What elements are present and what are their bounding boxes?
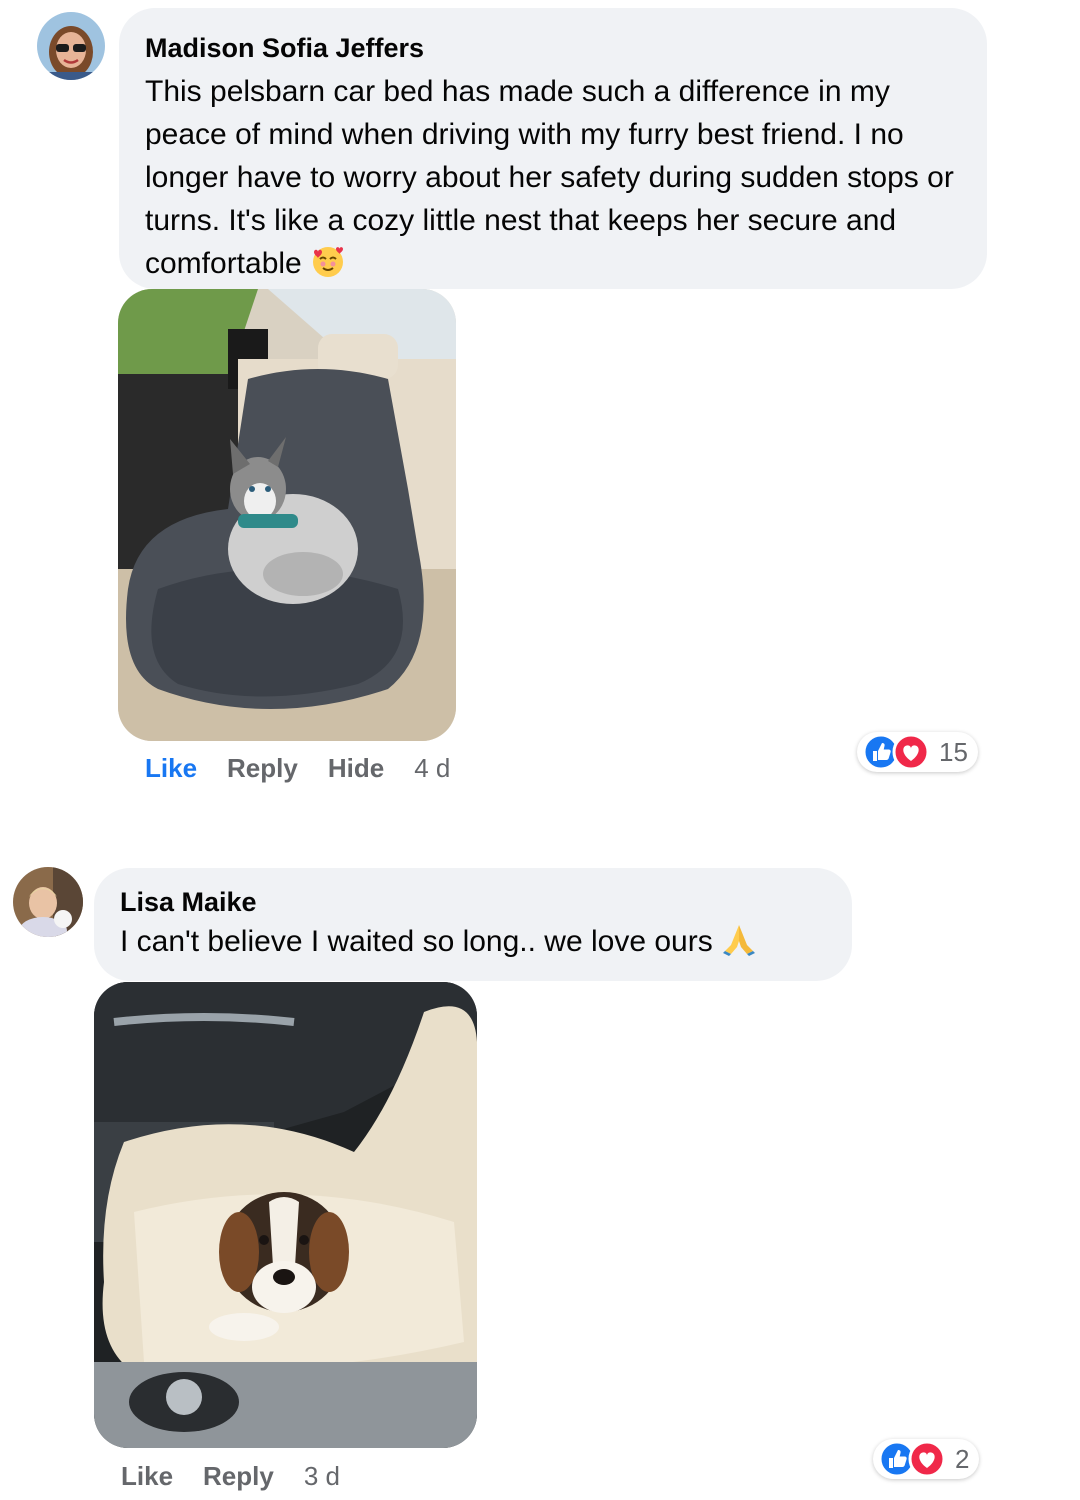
hide-button[interactable]: Hide [328, 753, 384, 783]
comment-bubble: Lisa Maike I can't believe I waited so l… [94, 868, 852, 981]
smiling-face-with-hearts-icon [310, 243, 346, 291]
comment-text: I can't believe I waited so long.. we lo… [120, 920, 826, 969]
like-button[interactable]: Like [121, 1461, 173, 1491]
reply-button[interactable]: Reply [227, 753, 298, 783]
avatar-madison[interactable] [37, 12, 105, 80]
folded-hands-icon [721, 921, 757, 969]
comment-bubble: Madison Sofia Jeffers This pelsbarn car … [119, 8, 987, 289]
reaction-count: 2 [955, 1443, 970, 1474]
love-reaction-icon [908, 1440, 946, 1478]
reply-button[interactable]: Reply [203, 1461, 274, 1491]
comment-author[interactable]: Madison Sofia Jeffers [145, 32, 961, 64]
comment-actions: Like Reply Hide 4 d [145, 753, 450, 784]
comment-actions: Like Reply 3 d [121, 1461, 340, 1492]
reaction-count: 15 [939, 736, 968, 767]
comment-text: This pelsbarn car bed has made such a di… [145, 70, 961, 291]
comment-photo[interactable] [94, 982, 477, 1448]
comment-timestamp[interactable]: 4 d [414, 753, 450, 783]
reaction-summary[interactable]: 15 [857, 732, 978, 772]
reaction-summary[interactable]: 2 [873, 1439, 980, 1479]
comment-author[interactable]: Lisa Maike [120, 886, 826, 918]
like-button[interactable]: Like [145, 753, 197, 783]
comment-timestamp[interactable]: 3 d [304, 1461, 340, 1491]
avatar-lisa[interactable] [13, 867, 83, 937]
love-reaction-icon [892, 733, 930, 771]
comment-photo[interactable] [118, 289, 456, 741]
